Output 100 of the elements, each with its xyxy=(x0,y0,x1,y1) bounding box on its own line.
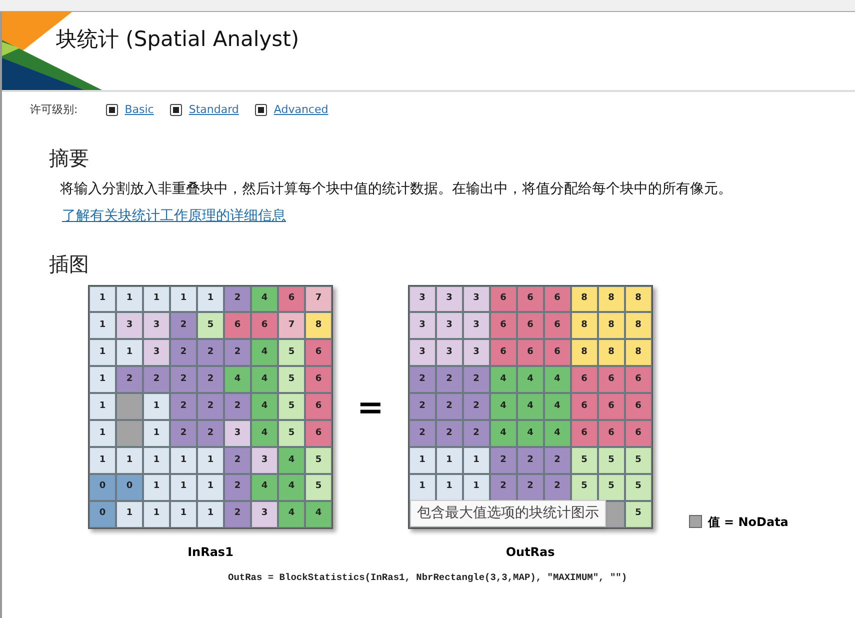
raster-cell: 1 xyxy=(143,474,170,501)
raster-cell: 1 xyxy=(197,286,224,312)
raster-cell: 2 xyxy=(462,420,490,447)
raster-cell: 6 xyxy=(598,366,625,394)
raster-cell: 6 xyxy=(224,312,251,340)
raster-cell: 1 xyxy=(170,286,197,312)
raster-cell: 1 xyxy=(89,286,116,312)
raster-cell: 0 xyxy=(89,500,116,528)
raster-cell: 2 xyxy=(170,366,197,394)
raster-cell: 6 xyxy=(278,286,305,312)
raster-cell: 8 xyxy=(598,339,625,366)
raster-cell: 3 xyxy=(116,312,143,340)
raster-cell: 2 xyxy=(544,446,571,474)
raster-cell: 2 xyxy=(224,446,251,474)
raster-cell: 8 xyxy=(570,339,598,366)
raster-cell: 1 xyxy=(462,446,490,474)
raster-cell: 0 xyxy=(89,474,116,501)
raster-cell: 8 xyxy=(624,286,652,312)
summary-text: 将输入分割放入非重叠块中，然后计算每个块中值的统计数据。在输出中，将值分配给每个块中的所有像元。 xyxy=(60,180,733,198)
raster-cell: 4 xyxy=(544,393,571,420)
raster-cell: 1 xyxy=(143,420,170,447)
raster-cell: 1 xyxy=(436,446,463,474)
raster-cell: 1 xyxy=(436,474,463,501)
raster-cell: 2 xyxy=(436,393,463,420)
raster-cell: 2 xyxy=(224,393,251,420)
raster-cell: 4 xyxy=(490,420,517,447)
raster-cell: 1 xyxy=(143,286,170,312)
raster-cell: 3 xyxy=(408,312,436,340)
equals-sign: = xyxy=(357,386,384,428)
raster-cell: 8 xyxy=(624,339,652,366)
raster-cell: 2 xyxy=(462,366,490,394)
raster-cell: 5 xyxy=(624,500,652,528)
raster-cell: 2 xyxy=(170,393,197,420)
raster-cell: 1 xyxy=(89,366,116,394)
raster-cell: 2 xyxy=(224,500,251,528)
raster-cell: 3 xyxy=(436,286,463,312)
raster-cell: 2 xyxy=(116,366,143,394)
raster-cell: 4 xyxy=(490,393,517,420)
raster-cell: 4 xyxy=(490,366,517,394)
license-link[interactable]: Standard xyxy=(188,102,239,118)
raster-cell: 2 xyxy=(490,446,517,474)
raster-cell: 6 xyxy=(305,420,332,447)
legend-text: 值 = NoData xyxy=(708,514,788,530)
raster-cell: 6 xyxy=(516,339,544,366)
raster-cell: 6 xyxy=(544,312,571,340)
raster-cell: 1 xyxy=(89,393,116,420)
license-label: 许可级别: xyxy=(30,102,78,118)
license-link[interactable]: Advanced xyxy=(274,102,328,118)
raster-cell: 4 xyxy=(278,446,305,474)
raster-cell: 4 xyxy=(544,366,571,394)
raster-cell: 1 xyxy=(143,393,170,420)
raster-cell: 5 xyxy=(305,474,332,501)
raster-cell: 3 xyxy=(408,339,436,366)
raster-cell: 6 xyxy=(570,420,598,447)
raster-cell: 6 xyxy=(570,366,598,394)
raster-cell: 2 xyxy=(436,420,463,447)
raster-cell: 4 xyxy=(251,366,278,394)
raster-cell: 3 xyxy=(436,312,463,340)
raster-cell: 4 xyxy=(544,420,571,447)
raster-cell: 2 xyxy=(197,420,224,447)
raster-cell: 1 xyxy=(89,339,116,366)
raster-cell: 4 xyxy=(251,393,278,420)
raster-cell: 4 xyxy=(251,420,278,447)
raster-cell: 1 xyxy=(116,286,143,312)
raster-cell: 2 xyxy=(490,474,517,501)
raster-cell: 1 xyxy=(170,474,197,501)
raster-cell: 8 xyxy=(598,286,625,312)
raster-cell: 6 xyxy=(516,312,544,340)
raster-cell: 5 xyxy=(278,393,305,420)
raster-cell: 1 xyxy=(408,474,436,501)
raster-cell: 6 xyxy=(598,393,625,420)
raster-cell: 2 xyxy=(170,420,197,447)
raster-cell: 1 xyxy=(170,500,197,528)
raster-cell: 2 xyxy=(197,339,224,366)
raster-cell: 4 xyxy=(251,286,278,312)
raster-cell: 5 xyxy=(598,446,625,474)
raster-cell: 1 xyxy=(143,500,170,528)
raster-cell: 8 xyxy=(570,312,598,340)
license-link[interactable]: Basic xyxy=(124,102,154,118)
raster-cell: 1 xyxy=(462,474,490,501)
raster-cell: 2 xyxy=(197,393,224,420)
raster-cell xyxy=(116,393,143,420)
raster-cell: 3 xyxy=(462,339,490,366)
details-link[interactable]: 了解有关块统计工作原理的详细信息 xyxy=(62,206,286,226)
raster-cell: 4 xyxy=(278,500,305,528)
raster-cell: 5 xyxy=(305,446,332,474)
raster-cell: 6 xyxy=(490,339,517,366)
raster-cell: 3 xyxy=(251,446,278,474)
raster-cell: 2 xyxy=(197,366,224,394)
raster-cell: 4 xyxy=(224,366,251,394)
raster-cell: 1 xyxy=(116,446,143,474)
raster-cell: 1 xyxy=(89,312,116,340)
raster-label: InRas1 xyxy=(188,544,234,560)
raster-cell: 8 xyxy=(305,312,332,340)
section-heading: 插图 xyxy=(49,250,90,278)
nodata-swatch-icon xyxy=(688,515,702,528)
raster-cell: 3 xyxy=(436,339,463,366)
raster-cell xyxy=(116,420,143,447)
raster-cell: 2 xyxy=(462,393,490,420)
raster-cell: 3 xyxy=(251,500,278,528)
